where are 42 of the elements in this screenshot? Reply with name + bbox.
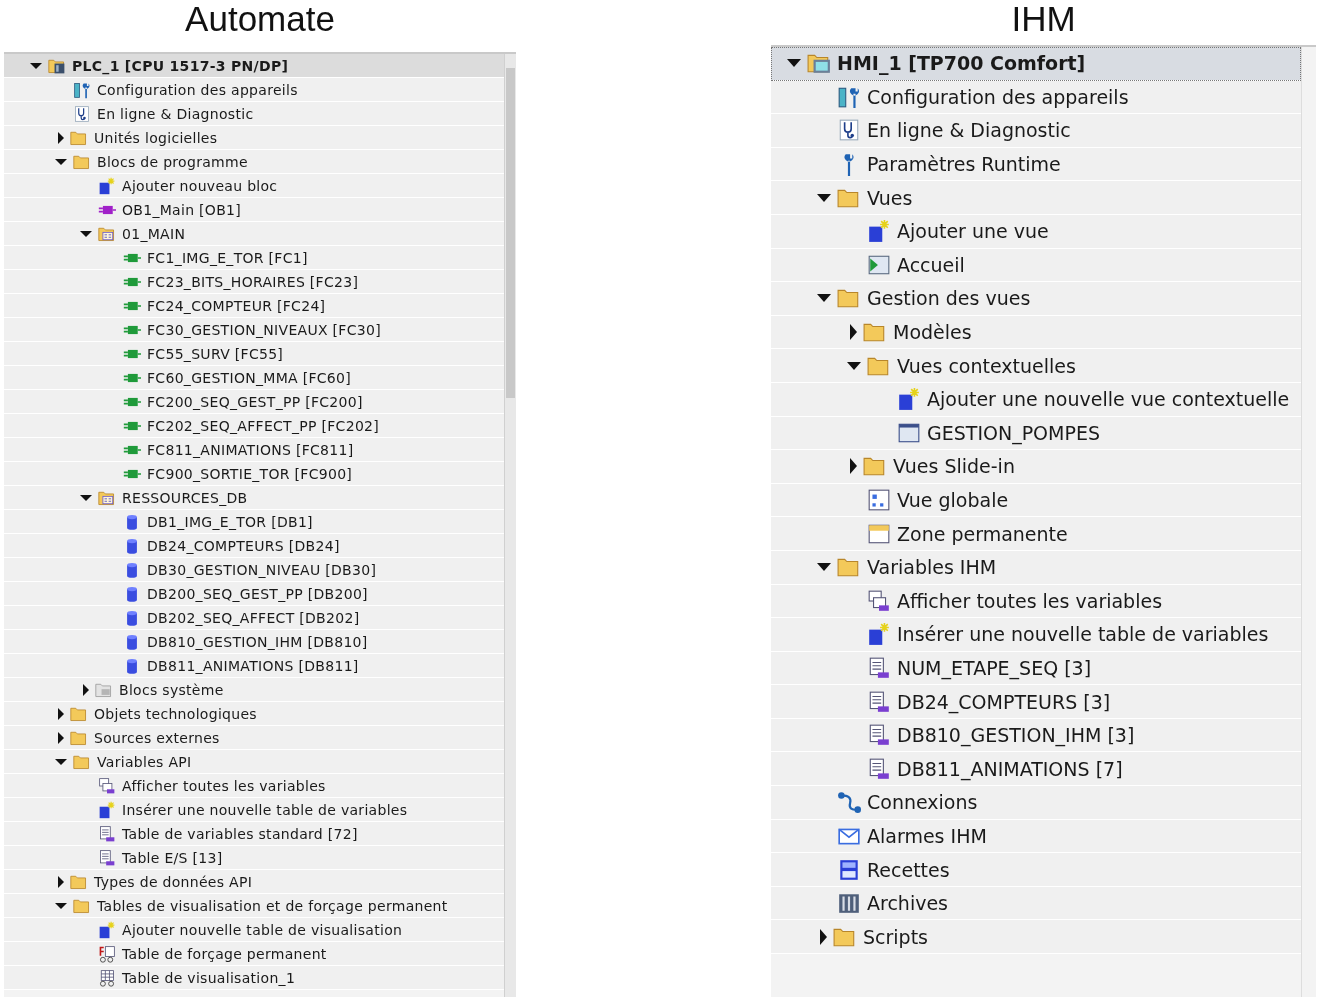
variable-table-icon	[867, 723, 891, 748]
watch-table-icon	[98, 968, 116, 987]
variable-table-icon	[98, 848, 116, 867]
device-wrench-icon	[73, 80, 91, 99]
variable-table-icon	[867, 689, 891, 714]
expander-arrow[interactable]	[55, 902, 67, 909]
panel-title: Automate	[184, 0, 336, 40]
expander-arrow[interactable]	[55, 758, 67, 765]
new-item-icon	[897, 387, 921, 412]
panel-title: IHM	[1010, 0, 1077, 40]
new-item-icon	[867, 219, 891, 244]
expander-arrow[interactable]	[80, 230, 92, 237]
expander-arrow[interactable]	[55, 158, 67, 165]
variables-icon	[867, 588, 891, 613]
force-table-icon	[98, 944, 116, 963]
stethoscope-icon	[837, 118, 861, 143]
recipe-icon	[837, 857, 861, 882]
connection-icon	[837, 790, 861, 815]
new-item-icon	[98, 800, 116, 819]
tree-item[interactable]: Insérer une nouvelle table de variables	[4, 798, 504, 822]
variable-table-icon	[867, 756, 891, 781]
expander-arrow[interactable]	[58, 731, 64, 744]
scrollbar[interactable]	[504, 54, 516, 997]
new-item-icon	[98, 176, 116, 195]
expander-arrow[interactable]	[58, 875, 64, 888]
tree-item[interactable]: PLC_1 [CPU 1517-3 PN/DP]	[4, 54, 504, 78]
expander-arrow[interactable]	[58, 131, 64, 144]
variables-icon	[98, 776, 116, 795]
variable-table-icon	[867, 656, 891, 680]
overview-screen-icon	[867, 488, 891, 512]
expander-arrow[interactable]	[58, 707, 64, 720]
expander-arrow[interactable]	[30, 62, 42, 69]
new-item-icon	[98, 920, 116, 939]
stethoscope-icon	[73, 104, 91, 123]
archive-icon	[837, 891, 861, 916]
variable-table-icon	[98, 824, 116, 843]
new-item-icon	[867, 622, 891, 647]
tree-item[interactable]: HMI_1 [TP700 Comfort]	[771, 47, 1301, 81]
expander-arrow[interactable]	[80, 494, 92, 501]
tree-item[interactable]: Ajouter nouveau bloc	[4, 174, 504, 198]
expander-arrow[interactable]	[83, 683, 89, 696]
tree-item[interactable]: Ajouter nouvelle table de visualisation	[4, 918, 504, 942]
